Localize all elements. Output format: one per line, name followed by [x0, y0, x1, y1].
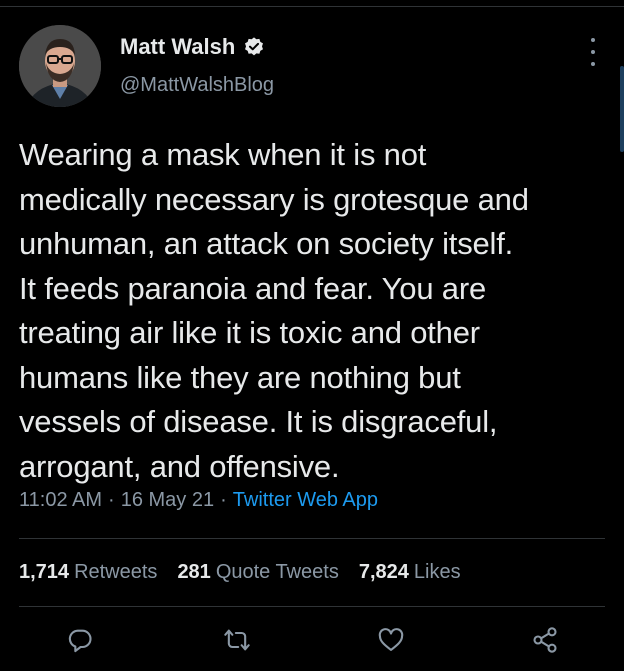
retweet-icon[interactable] — [223, 626, 251, 654]
tweet-date[interactable]: 16 May 21 — [121, 489, 214, 512]
heart-icon[interactable] — [377, 626, 405, 654]
quotes-label: Quote Tweets — [215, 561, 339, 583]
likes-stat[interactable]: 7,824 Likes — [359, 561, 461, 584]
likes-count: 7,824 — [358, 561, 409, 583]
action-bar — [0, 618, 624, 662]
retweets-count: 1,714 — [19, 561, 70, 583]
tweet-time[interactable]: 11:02 AM — [19, 489, 102, 512]
author-handle[interactable]: @MattWalshBlog — [120, 74, 274, 97]
author-row[interactable]: Matt Walsh — [120, 34, 265, 60]
divider — [19, 538, 605, 539]
likes-label: Likes — [413, 561, 461, 583]
author-name[interactable]: Matt Walsh — [120, 34, 235, 60]
quotes-count: 281 — [177, 561, 211, 583]
retweets-label: Retweets — [74, 561, 158, 583]
quotes-stat[interactable]: 281 Quote Tweets — [177, 561, 338, 584]
top-divider — [0, 6, 624, 7]
avatar[interactable] — [19, 25, 101, 107]
more-options-icon[interactable] — [586, 38, 600, 66]
share-icon[interactable] — [531, 626, 559, 654]
meta-separator: · — [220, 489, 227, 511]
tweet-meta: 11:02 AM · 16 May 21 · Twitter Web App — [19, 489, 378, 512]
verified-badge-icon — [243, 36, 265, 58]
retweets-stat[interactable]: 1,714 Retweets — [19, 561, 157, 584]
divider — [19, 606, 605, 607]
scrollbar[interactable] — [620, 66, 624, 152]
engagement-stats: 1,714 Retweets 281 Quote Tweets 7,824 Likes — [19, 561, 461, 584]
tweet-text: Wearing a mask when it is not medically … — [19, 137, 529, 484]
meta-separator: · — [108, 489, 115, 511]
reply-icon[interactable] — [66, 626, 94, 654]
tweet-source-link[interactable]: Twitter Web App — [233, 489, 378, 512]
avatar-image — [19, 25, 101, 107]
